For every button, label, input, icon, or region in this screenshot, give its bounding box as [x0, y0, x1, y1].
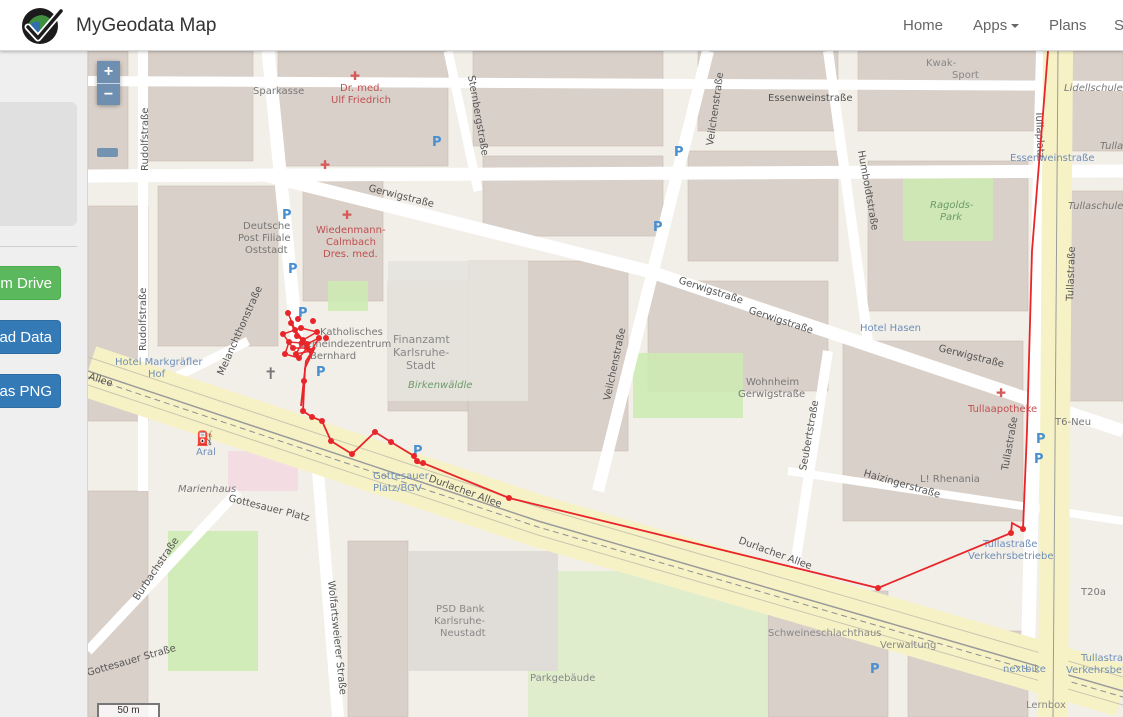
poi-label: Tullastra — [1080, 653, 1123, 664]
poi-label: Stadt — [406, 359, 436, 372]
side-panel: om Drive ad Data d as PNG — [0, 51, 88, 717]
poi-label: Sparkasse — [253, 86, 304, 97]
download-data-button[interactable]: ad Data — [0, 320, 61, 354]
poi-label: Wohnheim — [746, 377, 799, 388]
doctor-icon: ✚ — [320, 158, 330, 172]
poi-label: Ulf Friedrich — [331, 95, 391, 106]
poi-label: Oststadt — [245, 245, 288, 256]
save-as-png-label: d as PNG — [0, 383, 52, 400]
poi-label: Katholisches — [320, 327, 383, 338]
poi-label: Tullas — [1100, 141, 1123, 152]
navbar: MyGeodata Map Home Apps Plans S — [0, 0, 1123, 51]
nav-home[interactable]: Home — [903, 17, 943, 34]
poi-label: Karlsruhe- — [434, 616, 486, 627]
parking-icon: P — [288, 262, 298, 277]
app-title[interactable]: MyGeodata Map — [76, 15, 216, 37]
poi-label: Platz/BGV — [373, 483, 422, 494]
save-as-png-button[interactable]: d as PNG — [0, 374, 61, 408]
mygeodata-logo-icon[interactable] — [18, 6, 64, 46]
nav-apps-label: Apps — [973, 17, 1008, 34]
nav-plans[interactable]: Plans — [1049, 17, 1087, 34]
church-icon: ✝ — [264, 366, 277, 383]
poi-label: Ragolds- — [930, 200, 974, 211]
doctor-icon: ✚ — [342, 208, 352, 222]
poi-label: Aral — [196, 447, 216, 458]
poi-label: Dres. med. — [323, 249, 378, 260]
poi-label: Bernhard — [310, 351, 356, 362]
poi-label: Parkgebäude — [530, 673, 595, 684]
poi-label: Schweineschlachthaus — [768, 628, 882, 639]
nav-apps[interactable]: Apps — [973, 17, 1020, 34]
street-label: Rudolfstraße — [140, 108, 151, 171]
side-divider — [0, 246, 77, 247]
poi-label: Verkehrsbet — [1066, 665, 1123, 676]
download-data-label: ad Data — [0, 329, 52, 346]
poi-label: L! Rhenania — [920, 474, 980, 485]
poi-label: Lidellschule — [1064, 83, 1123, 94]
poi-label: Sport — [952, 70, 979, 81]
poi-label: Verwaltung — [880, 640, 936, 651]
poi-label: Tullaschule — [1068, 201, 1123, 212]
poi-label: Park — [940, 212, 963, 223]
zoom-in-button[interactable]: + — [97, 61, 120, 83]
street-label: Rudolfstraße — [138, 288, 149, 351]
poi-label: Calmbach — [326, 237, 376, 248]
scale-bar: 50 m — [97, 703, 160, 717]
poi-label: Neustadt — [440, 628, 486, 639]
poi-label: Post Filiale — [238, 233, 291, 244]
poi-label: Marienhaus — [178, 484, 236, 495]
zoom-out-button[interactable]: − — [97, 83, 120, 105]
poi-label: Hotel Hasen — [860, 323, 921, 334]
poi-label: T20a — [1080, 587, 1106, 598]
poi-label: nextbike — [1003, 664, 1046, 675]
poi-label: Kwak- — [926, 58, 957, 69]
poi-label: Birkenwäldle — [408, 380, 472, 391]
parking-icon: P — [653, 220, 663, 235]
doctor-icon: ✚ — [350, 69, 360, 83]
poi-label: Essenweinstraße — [1010, 153, 1095, 164]
parking-icon: P — [1036, 432, 1046, 447]
poi-label: Wiedenmann- — [316, 225, 386, 236]
poi-label: Hof — [148, 369, 166, 380]
nav-more[interactable]: S — [1114, 17, 1123, 34]
zoom-slider-handle[interactable] — [97, 148, 118, 157]
fuel-icon: ⛽ — [196, 430, 213, 447]
street-label: Essenweinstraße — [768, 93, 853, 104]
poi-label: Hotel Markgräfler — [115, 357, 203, 368]
import-from-drive-label: om Drive — [0, 275, 52, 292]
parking-icon: P — [432, 135, 442, 150]
chevron-down-icon — [1011, 24, 1020, 29]
parking-icon: P — [282, 208, 292, 223]
parking-icon: P — [1034, 452, 1044, 467]
map-canvas[interactable]: Gerwigstraße Gerwigstraße Gerwigstraße G… — [88, 51, 1123, 717]
parking-icon: P — [870, 662, 880, 677]
poi-label: Gerwigstraße — [738, 389, 805, 400]
map-view[interactable]: Gerwigstraße Gerwigstraße Gerwigstraße G… — [88, 51, 1123, 717]
zoom-control: + − — [97, 61, 120, 105]
poi-label: Karlsruhe- — [393, 346, 449, 359]
pharmacy-icon: ✚ — [996, 386, 1006, 400]
poi-label: T6-Neu — [1054, 417, 1091, 428]
import-from-drive-button[interactable]: om Drive — [0, 266, 61, 300]
poi-label: Gottesauer — [373, 471, 430, 482]
poi-label: Verkehrsbetriebe — [968, 551, 1054, 562]
side-panel-box — [0, 102, 77, 226]
poi-label: PSD Bank — [436, 604, 485, 615]
poi-label: Finanzamt — [393, 333, 450, 346]
parking-icon: P — [674, 145, 684, 160]
poi-label: Lernbox — [1026, 700, 1066, 711]
street-label: Tullastraße — [1065, 246, 1078, 302]
poi-label: Dr. med. — [340, 83, 383, 94]
parking-icon: P — [316, 365, 326, 380]
